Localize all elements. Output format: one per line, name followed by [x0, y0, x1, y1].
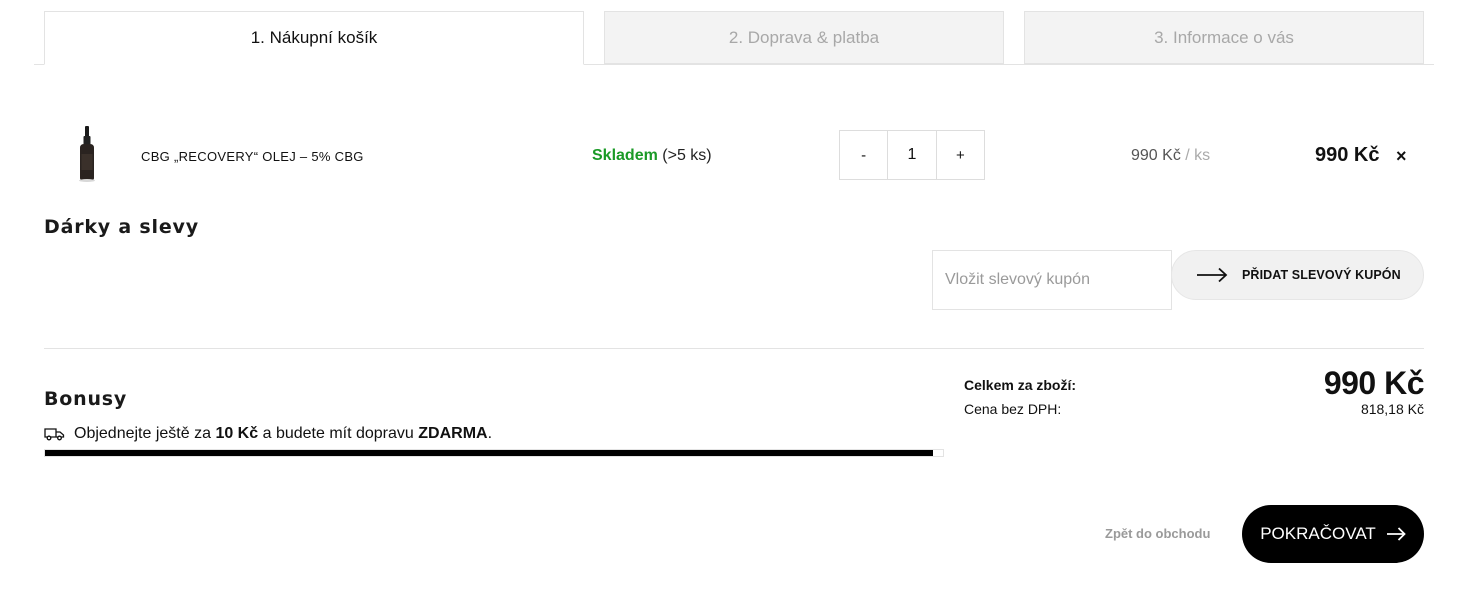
qty-increase-button[interactable]: +: [937, 131, 984, 179]
free-shipping-prefix: Objednejte ještě za: [74, 425, 211, 442]
add-coupon-button[interactable]: PŘIDAT SLEVOVÝ KUPÓN: [1171, 250, 1424, 300]
arrow-right-icon: [1197, 267, 1228, 283]
section-divider: [44, 348, 1424, 349]
arrow-right-icon: [1386, 527, 1406, 541]
total-label: Celkem za zboží:: [964, 377, 1077, 393]
free-shipping-emphasis: ZDARMA: [418, 425, 488, 442]
price-without-vat-value: 818,18 Kč: [1360, 401, 1424, 417]
unit-price: 990 Kč / ks: [1131, 147, 1210, 165]
unit-price-value: 990 Kč: [1131, 147, 1181, 164]
quantity-stepper: - 1 +: [839, 130, 985, 180]
tab-cart[interactable]: 1. Nákupní košík: [44, 11, 584, 65]
line-total: 990 Kč: [1315, 144, 1380, 166]
product-name[interactable]: CBG „RECOVERY“ OLEJ – 5% CBG: [141, 149, 364, 164]
free-shipping-progress-fill: [45, 450, 934, 456]
free-shipping-amount: 10 Kč: [215, 425, 259, 442]
gifts-heading: Dárky a slevy: [44, 216, 199, 238]
stock-info: Skladem (>5 ks): [592, 147, 712, 165]
bonus-heading: Bonusy: [44, 388, 128, 410]
back-to-shop-link[interactable]: Zpět do obchodu: [1105, 526, 1210, 541]
tab-shipping-payment[interactable]: 2. Doprava & platba: [604, 11, 1004, 64]
stock-detail: (>5 ks): [662, 147, 712, 164]
stock-status: Skladem: [592, 147, 658, 164]
add-coupon-label: PŘIDAT SLEVOVÝ KUPÓN: [1242, 268, 1401, 282]
product-image[interactable]: [74, 124, 100, 182]
continue-label: POKRAČOVAT: [1260, 524, 1376, 543]
qty-decrease-button[interactable]: -: [840, 131, 887, 179]
tab-customer-info[interactable]: 3. Informace o vás: [1024, 11, 1424, 64]
unit-price-suffix: / ks: [1185, 147, 1211, 164]
free-shipping-message: Objednejte ještě za 10 Kč a budete mít d…: [44, 425, 492, 443]
qty-input[interactable]: 1: [887, 131, 937, 179]
price-without-vat-label: Cena bez DPH:: [964, 401, 1062, 417]
remove-item-icon[interactable]: ×: [1396, 147, 1407, 165]
truck-icon: [44, 428, 65, 441]
continue-button[interactable]: POKRAČOVAT: [1242, 505, 1424, 563]
free-shipping-progress: [44, 449, 944, 457]
free-shipping-suffix: .: [487, 425, 493, 442]
total-value: 990 Kč: [1323, 365, 1425, 401]
coupon-input[interactable]: [932, 250, 1172, 310]
free-shipping-middle: a budete mít dopravu: [262, 425, 414, 442]
